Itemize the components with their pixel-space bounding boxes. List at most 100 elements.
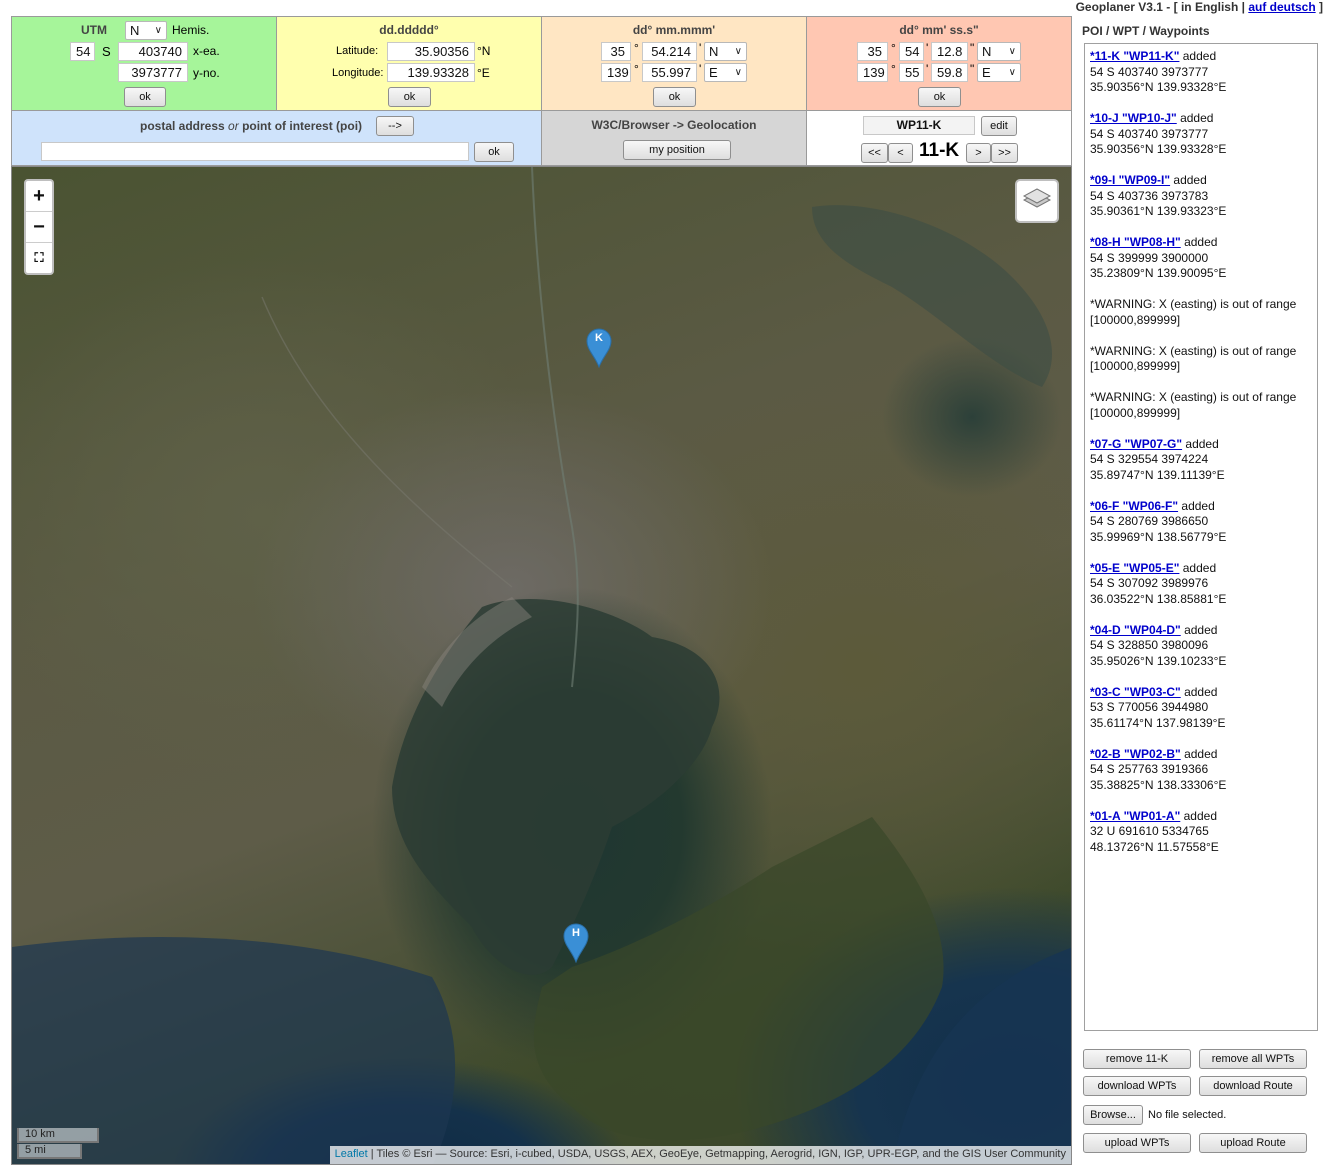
waypoint-link[interactable]: *02-B "WP02-B"	[1090, 747, 1181, 761]
waypoint-entry: *05-E "WP05-E" added 54 S 307092 3989976 3…	[1090, 561, 1312, 608]
geolocation-panel: W3C/Browser -> Geolocation my position	[541, 110, 807, 166]
waypoint-utm: 54 S 403740 3973777	[1090, 64, 1209, 79]
dms-lat-hemisphere-select[interactable]: N ∨	[977, 42, 1021, 61]
dms-lon-hemisphere-select[interactable]: E ∨	[977, 63, 1021, 82]
no-file-label: No file selected.	[1148, 1109, 1227, 1121]
download-route-button[interactable]: download Route	[1199, 1076, 1307, 1096]
waypoint-link[interactable]: *08-H "WP08-H"	[1090, 235, 1181, 249]
fullscreen-button[interactable]: ⛶	[26, 243, 52, 273]
dms-lat-degrees-input[interactable]: 35	[857, 42, 888, 61]
decimal-degrees-ok-button[interactable]: ok	[388, 87, 431, 107]
map-marker-k[interactable]: K	[586, 328, 612, 369]
degrees-minutes-seconds-title: dd° mm' ss.s"	[899, 23, 979, 37]
waypoint-link[interactable]: *09-I "WP09-I"	[1090, 173, 1170, 187]
hemisphere-select[interactable]: N ∨	[125, 21, 167, 40]
language-link-deutsch[interactable]: auf deutsch	[1248, 0, 1315, 14]
dms-lon-seconds-input[interactable]: 59.8	[931, 63, 968, 82]
waypoint-prev-button[interactable]: <	[888, 143, 913, 163]
dm-lat-minutes-input[interactable]: 54.214	[642, 42, 697, 61]
latitude-input[interactable]: 35.90356	[387, 42, 475, 61]
dm-lon-hemisphere-value: E	[709, 65, 718, 80]
waypoint-edit-button[interactable]: edit	[981, 116, 1017, 136]
remove-all-button[interactable]: remove all WPTs	[1199, 1049, 1307, 1069]
geolocation-title: W3C/Browser -> Geolocation	[591, 118, 757, 132]
upload-wpts-button[interactable]: upload WPTs	[1083, 1133, 1191, 1153]
map-marker-label: H	[572, 927, 580, 939]
waypoint-name-input[interactable]: WP11-K	[863, 116, 975, 135]
waypoint-link[interactable]: *07-G "WP07-G"	[1090, 437, 1182, 451]
remove-current-button[interactable]: remove 11-K	[1083, 1049, 1191, 1069]
degrees-minutes-ok-button[interactable]: ok	[653, 87, 696, 107]
address-arrow-button[interactable]: -->	[376, 116, 414, 136]
map-marker-h[interactable]: H	[563, 923, 589, 964]
waypoint-list[interactable]: *11-K "WP11-K" added 54 S 403740 3973777 3…	[1084, 43, 1318, 1031]
dms-lon-minutes-input[interactable]: 55	[899, 63, 924, 82]
waypoint-nav-panel: WP11-K edit << < 11-K > >>	[806, 110, 1072, 166]
waypoint-entry: *08-H "WP08-H" added 54 S 399999 3900000 3…	[1090, 235, 1312, 282]
waypoint-utm: 54 S 329554 3974224	[1090, 452, 1209, 466]
zoom-in-button[interactable]: +	[26, 181, 52, 212]
dm-degree-symbol: °	[634, 41, 639, 55]
layers-button[interactable]	[1015, 179, 1059, 223]
waypoint-first-button[interactable]: <<	[861, 143, 888, 163]
dm-lon-hemisphere-select[interactable]: E ∨	[704, 63, 747, 82]
waypoint-link[interactable]: *05-E "WP05-E"	[1090, 561, 1179, 575]
zoom-out-button[interactable]: −	[26, 212, 52, 243]
language-current: in English |	[1177, 0, 1245, 14]
address-ok-button[interactable]: ok	[474, 142, 514, 162]
waypoint-link[interactable]: *11-K "WP11-K"	[1090, 49, 1179, 63]
dms-lat-seconds-input[interactable]: 12.8	[931, 42, 968, 61]
longitude-unit: °E	[477, 66, 490, 80]
decimal-degrees-panel: dd.ddddd° Latitude: 35.90356 °N Longitud…	[276, 16, 542, 111]
map-attribution: Leaflet | Tiles © Esri — Source: Esri, i…	[329, 1146, 1071, 1164]
waypoint-utm: 54 S 280769 3986650	[1090, 514, 1209, 528]
utm-title: UTM	[81, 23, 107, 37]
waypoint-link[interactable]: *06-F "WP06-F"	[1090, 499, 1178, 513]
degrees-minutes-seconds-ok-button[interactable]: ok	[918, 87, 961, 107]
map-view[interactable]: + − ⛶ K H 10 km 5 mi Leaflet | Tiles © E…	[11, 166, 1072, 1165]
waypoint-entry: *11-K "WP11-K" added 54 S 403740 3973777 3…	[1090, 49, 1312, 96]
waypoint-link[interactable]: *01-A "WP01-A"	[1090, 809, 1180, 823]
utm-ok-button[interactable]: ok	[124, 87, 166, 107]
waypoint-latlon: 35.90356°N 139.93328°E	[1090, 80, 1227, 94]
waypoint-status: added	[1180, 746, 1218, 761]
leaflet-link[interactable]: Leaflet	[335, 1148, 368, 1160]
my-position-button[interactable]: my position	[623, 140, 731, 160]
dms-lat-minutes-input[interactable]: 54	[899, 42, 924, 61]
dm-lon-degrees-input[interactable]: 139	[601, 63, 631, 82]
waypoint-status: added	[1180, 808, 1217, 823]
waypoint-link[interactable]: *03-C "WP03-C"	[1090, 685, 1181, 699]
utm-band-label: S	[102, 44, 111, 59]
waypoint-entry: *04-D "WP04-D" added 54 S 328850 3980096 3…	[1090, 623, 1312, 670]
waypoint-status: added	[1180, 684, 1218, 699]
waypoint-next-button[interactable]: >	[966, 143, 991, 163]
waypoint-link[interactable]: *04-D "WP04-D"	[1090, 623, 1181, 637]
hemisphere-label: Hemis.	[172, 23, 210, 37]
address-input[interactable]	[41, 142, 469, 161]
utm-easting-input[interactable]: 403740	[118, 42, 188, 61]
longitude-input[interactable]: 139.93328	[387, 63, 475, 82]
utm-northing-input[interactable]: 3973777	[118, 63, 188, 82]
utm-zone-input[interactable]: 54	[70, 42, 95, 61]
dm-lat-degrees-input[interactable]: 35	[601, 42, 631, 61]
dm-lon-minutes-input[interactable]: 55.997	[642, 63, 697, 82]
address-title-or: or	[228, 119, 239, 133]
browse-file-button[interactable]: Browse...	[1083, 1105, 1143, 1125]
attribution-text: | Tiles © Esri — Source: Esri, i-cubed, …	[367, 1148, 1066, 1160]
download-wpts-button[interactable]: download WPTs	[1083, 1076, 1191, 1096]
warning-message: *WARNING: X (easting) is out of range [1…	[1090, 297, 1312, 328]
dms-lon-degrees-input[interactable]: 139	[857, 63, 888, 82]
upload-route-button[interactable]: upload Route	[1199, 1133, 1307, 1153]
waypoint-last-button[interactable]: >>	[991, 143, 1018, 163]
warning-message: *WARNING: X (easting) is out of range [1…	[1090, 390, 1312, 421]
waypoint-link[interactable]: *10-J "WP10-J"	[1090, 111, 1177, 125]
waypoint-status: added	[1178, 498, 1215, 513]
dm-lat-hemisphere-select[interactable]: N ∨	[704, 42, 747, 61]
warning-text: *WARNING: X (easting) is out of range [1…	[1090, 343, 1297, 374]
dm-degree-symbol: °	[634, 62, 639, 76]
waypoint-status: added	[1179, 560, 1217, 575]
waypoint-current-label: 11-K	[919, 140, 960, 161]
waypoint-entry: *07-G "WP07-G" added 54 S 329554 3974224 3…	[1090, 437, 1312, 484]
dms-degree-symbol: °	[891, 41, 896, 55]
map-marker-label: K	[595, 332, 603, 344]
